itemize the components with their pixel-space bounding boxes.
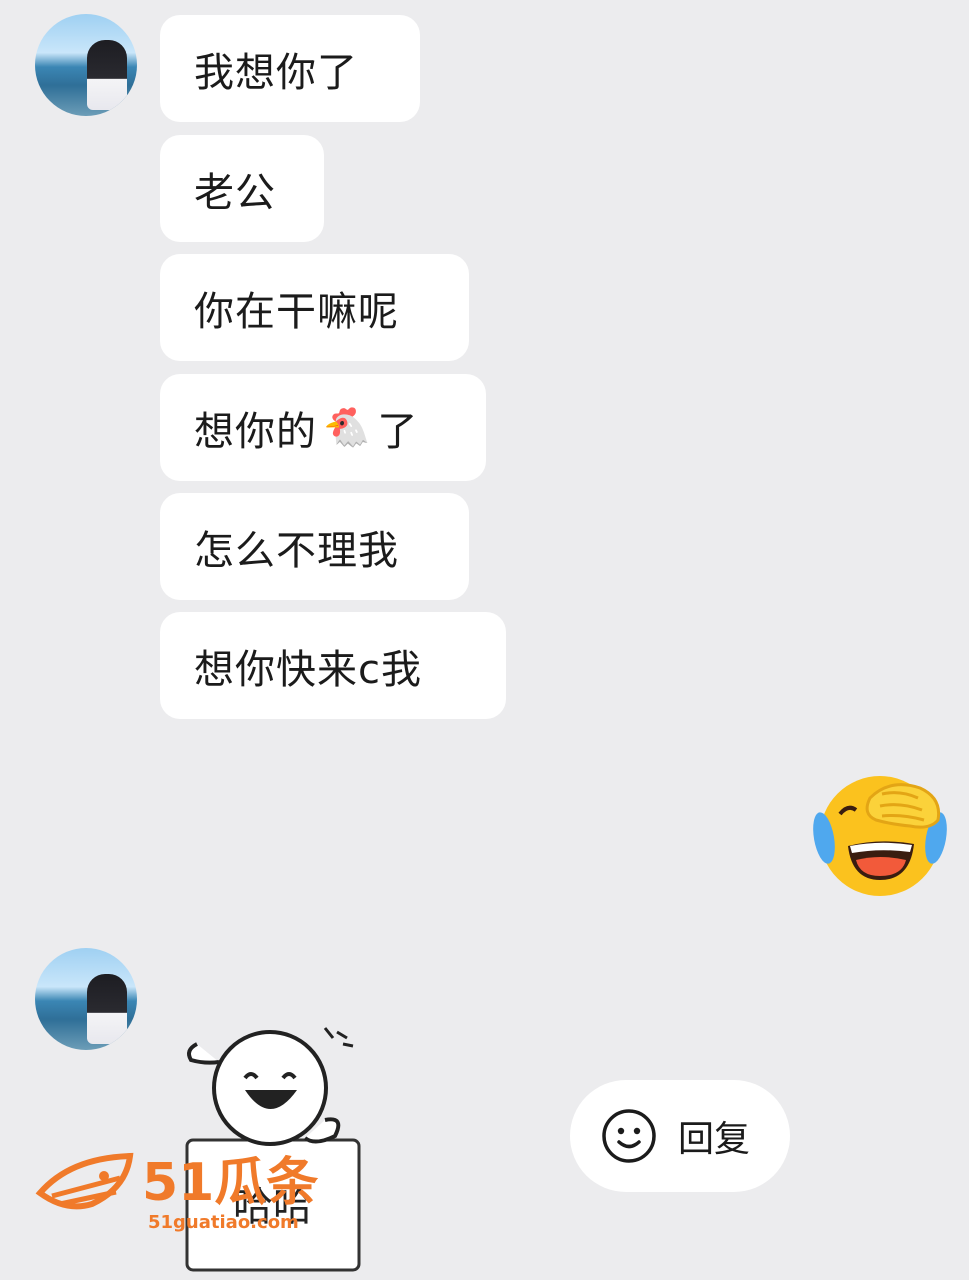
message-bubble[interactable]: 老公 xyxy=(160,135,324,242)
avatar-photo-figure xyxy=(87,40,127,110)
watermark-logo: 51瓜条 51guatiao.com xyxy=(35,1152,318,1233)
watermark-brand: 51瓜条 xyxy=(142,1153,318,1213)
message-text: 我想你了 xyxy=(194,49,358,96)
contact-avatar[interactable] xyxy=(35,14,137,116)
face-palm-laughing-crying-emoji[interactable] xyxy=(810,768,950,898)
message-text: 想你快来c我 xyxy=(194,646,422,693)
contact-avatar[interactable] xyxy=(35,948,137,1050)
message-bubble[interactable]: 我想你了 xyxy=(160,15,420,122)
message-bubble[interactable]: 想你快来c我 xyxy=(160,612,506,719)
reply-button[interactable]: 回复 xyxy=(570,1080,790,1192)
message-text: 了 xyxy=(377,408,419,455)
message-text: 老公 xyxy=(194,169,276,216)
message-bubble[interactable]: 你在干嘛呢 xyxy=(160,254,469,361)
chicken-emoji: 🐔 xyxy=(323,405,372,449)
watermark-url: 51guatiao.com xyxy=(148,1212,299,1233)
reply-label: 回复 xyxy=(678,1119,751,1160)
smile-icon xyxy=(602,1109,656,1163)
message-bubble[interactable]: 怎么不理我 xyxy=(160,493,469,600)
message-text: 你在干嘛呢 xyxy=(194,288,399,335)
message-text: 想你的 xyxy=(194,408,317,455)
message-bubble[interactable]: 想你的 🐔 了 xyxy=(160,374,486,481)
avatar-photo-figure xyxy=(87,974,127,1044)
message-text: 怎么不理我 xyxy=(194,527,399,574)
